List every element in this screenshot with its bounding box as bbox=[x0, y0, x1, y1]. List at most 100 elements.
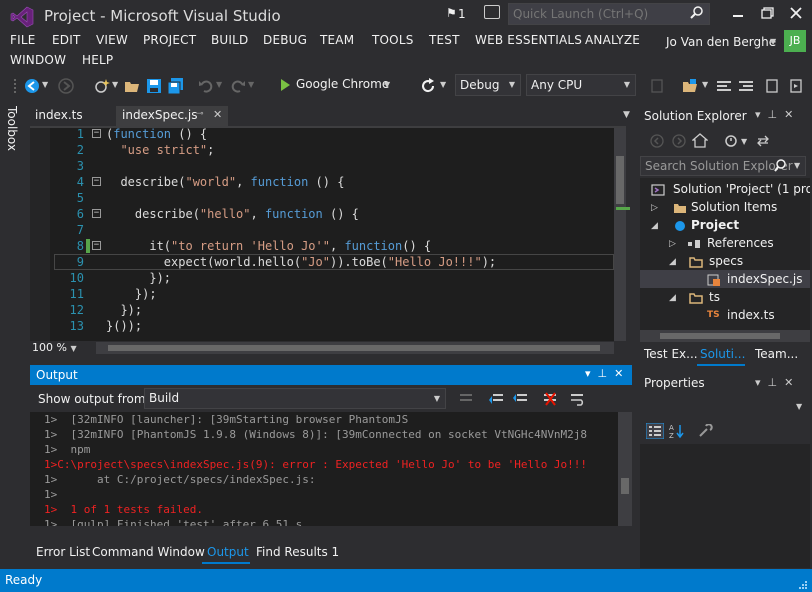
menu-file[interactable]: FILE bbox=[10, 33, 36, 47]
home-icon[interactable] bbox=[692, 133, 708, 148]
save-icon[interactable] bbox=[146, 78, 162, 94]
properties-controls[interactable]: ▾ ⊥ ✕ bbox=[755, 376, 793, 389]
tab-index-ts[interactable]: index.ts bbox=[29, 106, 115, 126]
solution-hscroll-thumb[interactable] bbox=[660, 333, 780, 339]
code-line[interactable]: 3 bbox=[30, 158, 600, 174]
sync-icon[interactable] bbox=[756, 134, 770, 148]
menu-help[interactable]: HELP bbox=[82, 53, 113, 67]
menu-debug[interactable]: DEBUG bbox=[263, 33, 307, 47]
tab-team-explorer[interactable]: Team... bbox=[755, 347, 798, 361]
tree-item-indexspec-js[interactable]: indexSpec.js bbox=[707, 272, 810, 290]
platform-dropdown[interactable]: Any CPU ▼ bbox=[526, 74, 636, 96]
back-icon[interactable] bbox=[650, 134, 664, 148]
search-icon[interactable] bbox=[774, 159, 786, 173]
comment-icon[interactable] bbox=[716, 78, 732, 94]
run-browser-button[interactable]: Google Chrome bbox=[296, 77, 389, 91]
output-scroll-thumb[interactable] bbox=[621, 478, 629, 494]
code-line[interactable]: 5 bbox=[30, 190, 600, 206]
menu-window[interactable]: WINDOW bbox=[10, 53, 66, 67]
menu-view[interactable]: VIEW bbox=[96, 33, 128, 47]
open-file-icon[interactable] bbox=[124, 78, 140, 94]
chevron-down-icon[interactable]: ▼ bbox=[112, 80, 118, 89]
redo-icon[interactable] bbox=[230, 78, 246, 94]
chevron-down-icon[interactable]: ▼ bbox=[623, 110, 630, 120]
uncomment-icon[interactable] bbox=[738, 78, 754, 94]
refresh-icon[interactable] bbox=[420, 78, 436, 94]
close-button[interactable] bbox=[786, 4, 806, 22]
tab-error-list[interactable]: Error List bbox=[36, 545, 90, 559]
avatar[interactable]: JB bbox=[784, 30, 806, 52]
tree-item-specs[interactable]: ◢ specs bbox=[669, 254, 810, 272]
code-line[interactable]: 9 expect(world.hello("Jo")).toBe("Hello … bbox=[30, 254, 600, 270]
chevron-down-icon[interactable]: ▼ bbox=[440, 80, 446, 89]
chevron-down-icon[interactable]: ▼ bbox=[42, 80, 48, 89]
restore-button[interactable] bbox=[758, 4, 778, 22]
editor-scroll-thumb[interactable] bbox=[616, 156, 624, 204]
properties-grid[interactable] bbox=[640, 444, 810, 568]
tab-output[interactable]: Output bbox=[207, 545, 249, 559]
navigate-back-icon[interactable] bbox=[24, 78, 40, 94]
property-pages-icon[interactable] bbox=[698, 424, 714, 438]
menu-test[interactable]: TEST bbox=[429, 33, 460, 47]
code-line[interactable]: 4− describe("world", function () { bbox=[30, 174, 600, 190]
clear-all-icon[interactable] bbox=[542, 391, 558, 407]
tree-item-references[interactable]: ▷ References bbox=[669, 236, 810, 254]
minimize-button[interactable] bbox=[728, 4, 748, 22]
user-name[interactable]: Jo Van den Berghe bbox=[666, 35, 776, 49]
output-source-dropdown[interactable]: Build ▼ bbox=[144, 388, 446, 409]
alphabetical-icon[interactable]: AZ bbox=[668, 423, 686, 439]
find-in-files-icon[interactable] bbox=[682, 78, 698, 94]
find-previous-icon[interactable] bbox=[488, 391, 504, 407]
chevron-down-icon[interactable]: ▼ bbox=[702, 80, 708, 89]
menu-edit[interactable]: EDIT bbox=[52, 33, 81, 47]
feedback-icon[interactable] bbox=[484, 5, 500, 19]
forward-icon[interactable] bbox=[672, 134, 686, 148]
menu-project[interactable]: PROJECT bbox=[143, 33, 196, 47]
quick-launch-box[interactable] bbox=[508, 3, 710, 25]
undo-icon[interactable] bbox=[198, 78, 214, 94]
close-icon[interactable]: ✕ bbox=[213, 108, 222, 121]
code-line[interactable]: 1− (function () { bbox=[30, 126, 600, 142]
quick-launch-input[interactable] bbox=[509, 4, 689, 24]
tree-item-ts[interactable]: ◢ ts bbox=[669, 290, 810, 308]
code-line[interactable]: 6− describe("hello", function () { bbox=[30, 206, 600, 222]
menu-web-essentials[interactable]: WEB ESSENTIALS bbox=[475, 33, 582, 47]
tree-item-index-ts[interactable]: TS index.ts bbox=[707, 308, 810, 326]
notification-count[interactable]: 1 bbox=[458, 7, 466, 21]
solution-explorer-controls[interactable]: ▾ ⊥ ✕ bbox=[755, 108, 793, 121]
code-line[interactable]: 8− it("to return 'Hello Jo'", function()… bbox=[30, 238, 600, 254]
categorized-icon[interactable] bbox=[646, 423, 664, 439]
tree-item-solution-items[interactable]: ▷ Solution Items bbox=[651, 200, 810, 218]
resize-grip-icon[interactable] bbox=[796, 580, 808, 590]
code-line[interactable]: 12 }); bbox=[30, 302, 600, 318]
code-line[interactable]: 7 bbox=[30, 222, 600, 238]
tab-indexspec-js[interactable]: indexSpec.js bbox=[116, 106, 228, 126]
chevron-down-icon[interactable]: ▼ bbox=[741, 137, 747, 146]
notification-flag-icon[interactable]: ⚑ bbox=[446, 6, 457, 20]
configuration-dropdown[interactable]: Debug ▼ bbox=[455, 74, 521, 96]
chevron-down-icon[interactable]: ▼ bbox=[796, 402, 802, 411]
toolbox-tab[interactable]: Toolbox bbox=[5, 106, 19, 151]
output-text-area[interactable]: 1> [32mINFO [launcher]: [39mStarting bro… bbox=[30, 412, 618, 526]
menu-team[interactable]: TEAM bbox=[320, 33, 354, 47]
next-bookmark-icon[interactable] bbox=[788, 78, 804, 94]
save-all-icon[interactable] bbox=[168, 78, 184, 94]
code-line[interactable]: 13}()); bbox=[30, 318, 600, 334]
code-line[interactable]: 2 "use strict"; bbox=[30, 142, 600, 158]
tab-solution-explorer[interactable]: Soluti... bbox=[700, 347, 745, 361]
word-wrap-icon[interactable] bbox=[570, 391, 586, 407]
new-project-icon[interactable] bbox=[94, 78, 110, 94]
tab-find-results[interactable]: Find Results 1 bbox=[256, 545, 339, 559]
attach-icon[interactable] bbox=[650, 78, 666, 94]
find-next-icon[interactable] bbox=[512, 391, 528, 407]
output-window-controls[interactable]: ▾ ⊥ ✕ bbox=[585, 367, 623, 380]
chevron-down-icon[interactable]: ▼ bbox=[770, 37, 776, 46]
zoom-dropdown[interactable]: 100 % ▼ bbox=[32, 341, 92, 356]
tab-command-window[interactable]: Command Window bbox=[92, 545, 205, 559]
menu-build[interactable]: BUILD bbox=[211, 33, 248, 47]
goto-line-icon[interactable] bbox=[458, 391, 474, 407]
chevron-down-icon[interactable]: ▼ bbox=[384, 80, 390, 89]
run-play-icon[interactable] bbox=[281, 79, 290, 91]
tree-item-solution[interactable]: Solution 'Project' (1 proj bbox=[651, 182, 810, 200]
menu-tools[interactable]: TOOLS bbox=[372, 33, 414, 47]
